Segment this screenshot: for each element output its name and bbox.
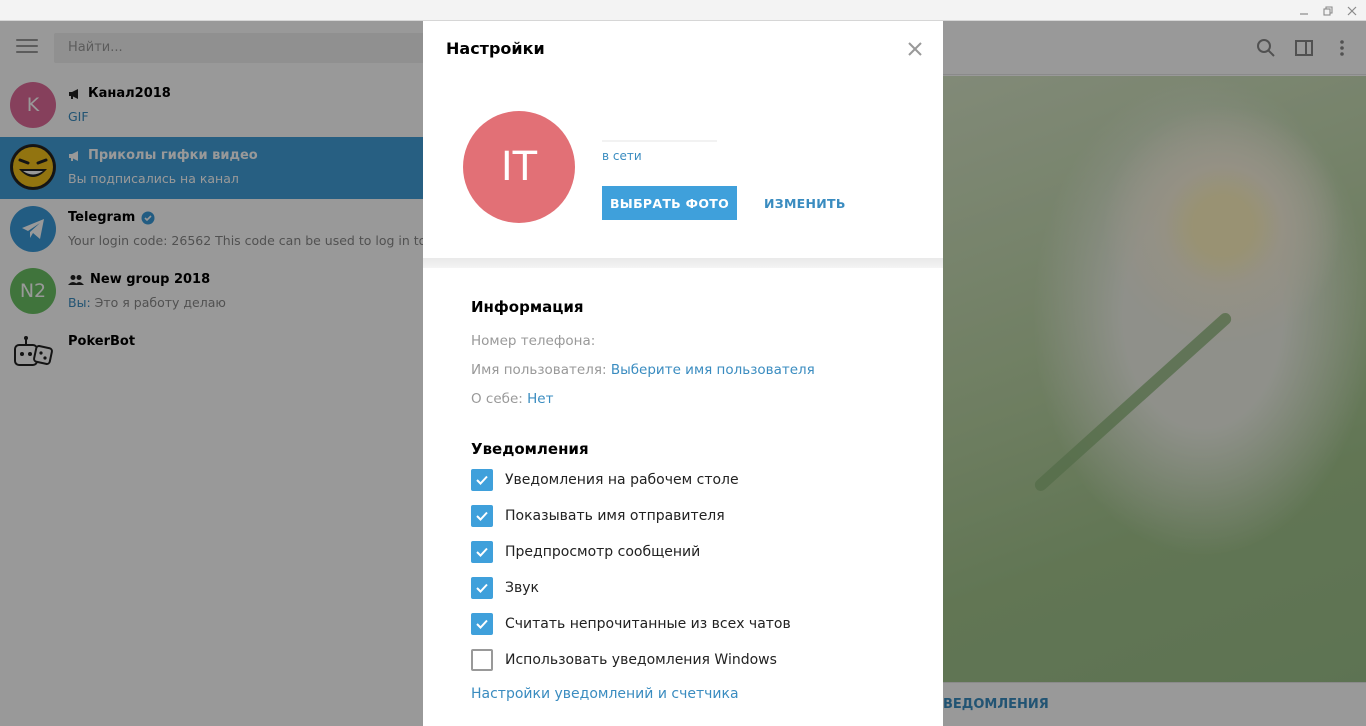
username-label: Имя пользователя: bbox=[471, 362, 607, 378]
checkbox-checked[interactable] bbox=[471, 505, 493, 527]
checkbox-label: Использовать уведомления Windows bbox=[505, 652, 777, 668]
checkbox-show-sender[interactable]: Показывать имя отправителя bbox=[471, 505, 725, 527]
checkbox-sound[interactable]: Звук bbox=[471, 577, 539, 599]
checkbox-label: Уведомления на рабочем столе bbox=[505, 472, 739, 488]
info-section-title: Информация bbox=[471, 298, 584, 316]
checkbox-unchecked[interactable] bbox=[471, 649, 493, 671]
checkbox-count-unread[interactable]: Считать непрочитанные из всех чатов bbox=[471, 613, 791, 635]
minimize-icon[interactable] bbox=[1292, 0, 1316, 21]
choose-photo-button[interactable]: ВЫБРАТЬ ФОТО bbox=[602, 186, 737, 220]
checkbox-label: Показывать имя отправителя bbox=[505, 508, 725, 524]
checkmark-icon bbox=[476, 583, 488, 593]
username-row: Имя пользователя: Выберите имя пользоват… bbox=[471, 362, 815, 378]
settings-dialog: Настройки IT в сети ВЫБРАТЬ ФОТО ИЗМЕНИТ… bbox=[423, 21, 943, 726]
checkbox-checked[interactable] bbox=[471, 541, 493, 563]
profile-name-placeholder bbox=[602, 140, 717, 142]
about-row: О себе: Нет bbox=[471, 391, 553, 407]
username-link[interactable]: Выберите имя пользователя bbox=[611, 362, 815, 378]
checkbox-label: Считать непрочитанные из всех чатов bbox=[505, 616, 791, 632]
checkmark-icon bbox=[476, 475, 488, 485]
restore-icon[interactable] bbox=[1316, 0, 1340, 21]
notifications-section-title: Уведомления bbox=[471, 440, 589, 458]
checkmark-icon bbox=[476, 619, 488, 629]
checkbox-label: Предпросмотр сообщений bbox=[505, 544, 701, 560]
checkbox-windows-notifications[interactable]: Использовать уведомления Windows bbox=[471, 649, 777, 671]
phone-row: Номер телефона: bbox=[471, 333, 595, 349]
phone-label: Номер телефона: bbox=[471, 333, 596, 349]
notification-settings-link[interactable]: Настройки уведомлений и счетчика bbox=[471, 686, 739, 702]
online-status: в сети bbox=[602, 149, 642, 163]
close-icon[interactable] bbox=[905, 39, 925, 59]
checkbox-checked[interactable] bbox=[471, 577, 493, 599]
checkbox-checked[interactable] bbox=[471, 469, 493, 491]
checkmark-icon bbox=[476, 547, 488, 557]
about-label: О себе: bbox=[471, 391, 523, 407]
checkbox-desktop-notifications[interactable]: Уведомления на рабочем столе bbox=[471, 469, 739, 491]
window-titlebar bbox=[0, 0, 1366, 21]
edit-profile-button[interactable]: ИЗМЕНИТЬ bbox=[764, 196, 846, 211]
checkbox-message-preview[interactable]: Предпросмотр сообщений bbox=[471, 541, 700, 563]
section-divider bbox=[423, 258, 943, 268]
checkbox-label: Звук bbox=[505, 580, 539, 596]
close-icon[interactable] bbox=[1340, 0, 1364, 21]
profile-avatar[interactable]: IT bbox=[463, 111, 575, 223]
dialog-title: Настройки bbox=[446, 39, 545, 58]
about-link[interactable]: Нет bbox=[527, 391, 553, 407]
checkmark-icon bbox=[476, 511, 488, 521]
checkbox-checked[interactable] bbox=[471, 613, 493, 635]
